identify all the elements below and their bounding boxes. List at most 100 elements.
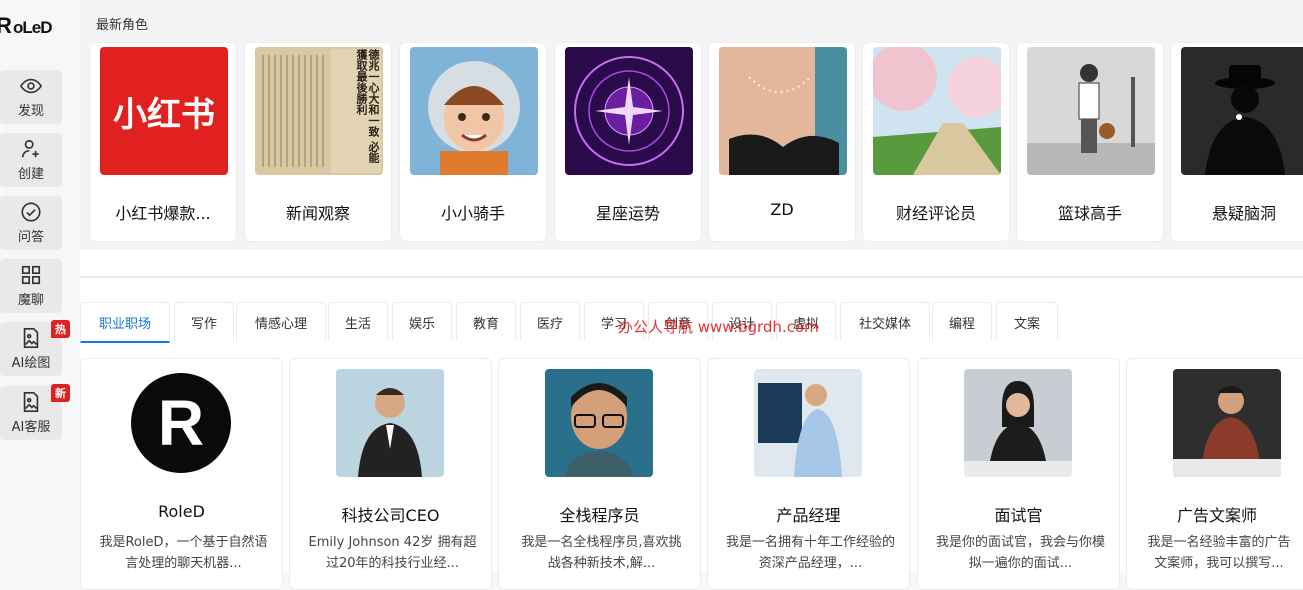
assistant-desc: 我是RoleD，一个基于自然语言处理的聊天机器...	[99, 535, 268, 571]
role-avatar: 德兆一心大和一致 必能獲取最後勝利	[255, 47, 383, 175]
role-card[interactable]: 财经评论员	[863, 43, 1009, 241]
copywriter-portrait-image	[1173, 369, 1281, 477]
svg-text:R: R	[0, 13, 12, 38]
sidebar-item-ai-service[interactable]: AI客服 新	[0, 384, 70, 440]
sidebar: R oLeD 发现 创建 问答 魔聊 AI绘图 热 AI客服 新	[0, 0, 70, 572]
ceo-portrait-image	[336, 369, 444, 477]
roled-logo-icon: R oLeD	[0, 13, 53, 38]
grid-icon	[20, 264, 42, 286]
sidebar-item-label: 问答	[17, 230, 44, 245]
sidebar-item-ai-drawing[interactable]: AI绘图 热	[0, 320, 70, 376]
assistant-desc: 我是一名经验丰富的广告文案师，我可以撰写...	[1147, 535, 1291, 571]
hot-badge: 热	[51, 320, 70, 338]
section-title: 最新角色	[96, 18, 149, 33]
assistant-name: 广告文案师	[1176, 506, 1257, 525]
role-card[interactable]: 德兆一心大和一致 必能獲取最後勝利 新闻观察	[245, 43, 391, 241]
shadow-figure-image	[1181, 47, 1303, 175]
tab-emotion[interactable]: 情感心理	[236, 302, 326, 341]
svg-text:oLeD: oLeD	[13, 18, 52, 37]
assistant-name: 全栈程序员	[559, 506, 640, 525]
sidebar-item-label: AI客服	[11, 420, 51, 435]
sidebar-item-label: AI绘图	[11, 356, 51, 371]
roled-r-logo-icon: R	[127, 369, 235, 477]
tab-writing[interactable]: 写作	[174, 302, 234, 341]
sidebar-item-label: 发现	[17, 104, 44, 119]
tab-copywriting[interactable]: 文案	[996, 302, 1058, 341]
svg-text:R: R	[158, 387, 204, 459]
role-card[interactable]: 小红书 小红书爆款...	[90, 43, 236, 241]
add-user-icon	[20, 138, 42, 160]
tab-social-media[interactable]: 社交媒体	[840, 302, 930, 341]
new-badge: 新	[51, 384, 70, 402]
tab-education[interactable]: 教育	[456, 302, 516, 341]
assistant-desc: 我是一名全栈程序员,喜欢挑战各种新技术,解...	[521, 535, 682, 571]
zodiac-wheel-image	[565, 47, 693, 175]
sidebar-item-qa[interactable]: 问答	[0, 196, 62, 250]
role-name: 新闻观察	[285, 204, 350, 223]
xiaohongshu-logo: 小红书	[113, 94, 215, 135]
role-name: 悬疑脑洞	[1211, 204, 1276, 223]
watermark-text: 办公人导航 www.bgrdh.com	[618, 318, 819, 336]
assistant-avatar	[964, 369, 1072, 477]
tab-programming[interactable]: 编程	[932, 302, 992, 341]
assistant-name: 科技公司CEO	[341, 506, 440, 525]
app-logo[interactable]: R oLeD	[0, 10, 70, 40]
main-content: 最新角色 小红书 小红书爆款... 德兆一心大和一致 必能獲取最後勝利 新闻观察…	[80, 0, 1303, 590]
assistant-avatar	[545, 369, 653, 477]
child-helmet-image	[410, 47, 538, 175]
tab-career[interactable]: 职业职场	[80, 302, 170, 343]
role-card[interactable]: 悬疑脑洞	[1171, 43, 1303, 241]
tab-life[interactable]: 生活	[328, 302, 388, 341]
sidebar-item-label: 魔聊	[17, 293, 44, 308]
assistant-card[interactable]: R RoleD 我是RoleD，一个基于自然语言处理的聊天机器...	[80, 358, 283, 590]
assistant-desc: 我是你的面试官，我会与你模拟一遍你的面试...	[936, 535, 1105, 571]
role-card[interactable]: 篮球高手	[1017, 43, 1163, 241]
programmer-portrait-image	[545, 369, 653, 477]
image-file-icon	[20, 391, 42, 413]
role-name: 小小骑手	[440, 204, 505, 223]
eye-icon	[20, 75, 42, 97]
role-avatar	[410, 47, 538, 175]
assistant-card[interactable]: 产品经理 我是一名拥有十年工作经验的资深产品经理，...	[707, 358, 910, 590]
product-manager-portrait-image	[754, 369, 862, 477]
image-file-icon	[20, 327, 42, 349]
role-name: ZD	[770, 200, 794, 219]
role-avatar	[1181, 47, 1303, 175]
assistant-card[interactable]: 广告文案师 我是一名经验丰富的广告文案师，我可以撰写...	[1126, 358, 1303, 590]
role-avatar	[719, 47, 847, 175]
cherry-blossom-path-image	[873, 47, 1001, 175]
role-name: 财经评论员	[895, 204, 976, 223]
tab-medical[interactable]: 医疗	[520, 302, 580, 341]
assistant-avatar: R	[127, 369, 235, 477]
role-card[interactable]: 小小骑手	[400, 43, 546, 241]
basketball-player-image	[1027, 47, 1155, 175]
assistant-avatar	[1173, 369, 1281, 477]
newspaper-headline: 德兆一心大和一致 必能獲取最後勝利	[355, 49, 380, 163]
assistant-name: 面试官	[994, 506, 1043, 525]
assistant-desc: 我是一名拥有十年工作经验的资深产品经理，...	[726, 535, 895, 571]
role-avatar	[873, 47, 1001, 175]
check-circle-icon	[20, 201, 42, 223]
tab-entertainment[interactable]: 娱乐	[392, 302, 452, 341]
assistant-desc: Emily Johnson 42岁 拥有超过20年的科技行业经...	[308, 535, 477, 571]
assistant-card[interactable]: 面试官 我是你的面试官，我会与你模拟一遍你的面试...	[917, 358, 1120, 590]
sidebar-item-discover[interactable]: 发现	[0, 70, 62, 124]
assistant-name: 产品经理	[776, 506, 841, 525]
necklace-portrait-image	[719, 47, 847, 175]
section-divider	[80, 276, 1303, 278]
assistant-avatar	[754, 369, 862, 477]
role-avatar	[1027, 47, 1155, 175]
role-avatar: 小红书	[100, 47, 228, 175]
interviewer-portrait-image	[964, 369, 1072, 477]
sidebar-item-magic-chat[interactable]: 魔聊	[0, 259, 62, 313]
role-card[interactable]: 星座运势	[555, 43, 701, 241]
sidebar-item-create[interactable]: 创建	[0, 133, 62, 187]
assistant-card[interactable]: 科技公司CEO Emily Johnson 42岁 拥有超过20年的科技行业经.…	[289, 358, 492, 590]
role-name: 星座运势	[595, 204, 660, 223]
role-avatar	[565, 47, 693, 175]
role-name: 篮球高手	[1057, 204, 1122, 223]
assistant-card[interactable]: 全栈程序员 我是一名全栈程序员,喜欢挑战各种新技术,解...	[498, 358, 701, 590]
sidebar-item-label: 创建	[17, 167, 44, 182]
role-name: 小红书爆款...	[115, 204, 211, 223]
role-card[interactable]: ZD	[709, 43, 855, 241]
